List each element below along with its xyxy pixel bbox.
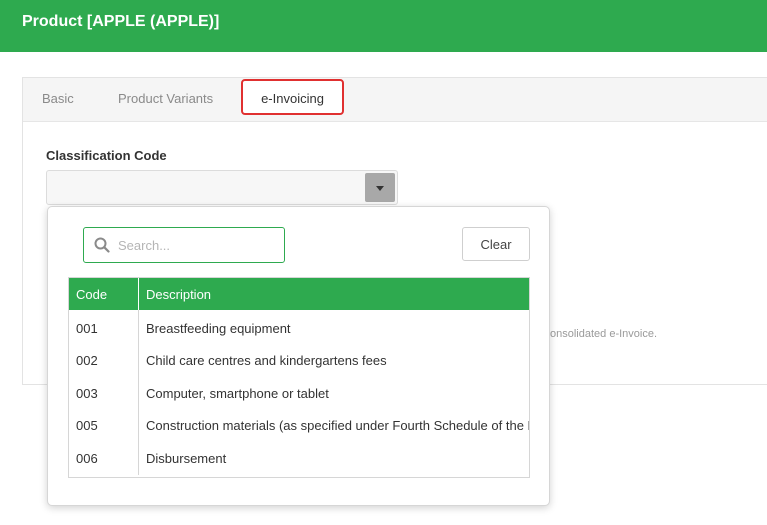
- hint-text: onsolidated e-Invoice.: [550, 328, 658, 340]
- clear-button[interactable]: Clear: [462, 227, 530, 261]
- tab-e-invoicing-label: e-Invoicing: [261, 91, 324, 106]
- page-header: Product [APPLE (APPLE)]: [0, 0, 767, 52]
- search-input[interactable]: [118, 236, 278, 254]
- table-row[interactable]: 003 Computer, smartphone or tablet: [69, 377, 529, 410]
- search-icon: [94, 237, 110, 253]
- search-box[interactable]: [83, 227, 285, 263]
- column-header-description: Description: [138, 278, 529, 310]
- row-description: Computer, smartphone or tablet: [146, 385, 329, 401]
- classification-dropdown: Clear Code Description 001 Breastfeeding…: [47, 206, 550, 506]
- table-row[interactable]: 001 Breastfeeding equipment: [69, 310, 529, 345]
- chevron-down-icon[interactable]: [365, 173, 395, 202]
- row-description: Child care centres and kindergartens fee…: [146, 353, 387, 369]
- row-description: Breastfeeding equipment: [146, 320, 291, 336]
- column-header-code: Code: [69, 278, 139, 310]
- row-description: Construction materials (as specified und…: [146, 418, 529, 434]
- tab-product-variants[interactable]: Product Variants: [118, 91, 213, 106]
- row-code: 003: [69, 377, 139, 410]
- page-title: Product [APPLE (APPLE)]: [22, 13, 220, 30]
- table-row[interactable]: 005 Construction materials (as specified…: [69, 409, 529, 442]
- table-row[interactable]: 002 Child care centres and kindergartens…: [69, 344, 529, 377]
- row-description: Disbursement: [146, 450, 227, 466]
- tab-basic[interactable]: Basic: [42, 91, 74, 106]
- classification-code-label: Classification Code: [46, 148, 167, 163]
- tab-e-invoicing[interactable]: e-Invoicing: [241, 79, 344, 115]
- classification-table: Code Description 001 Breastfeeding equip…: [68, 277, 530, 478]
- table-header-row: Code Description: [69, 278, 529, 310]
- tab-bar: Basic Product Variants e-Invoicing: [23, 78, 767, 122]
- table-row[interactable]: 006 Disbursement: [69, 442, 529, 475]
- row-code: 005: [69, 409, 139, 442]
- row-code: 001: [69, 310, 139, 345]
- classification-code-select[interactable]: [46, 170, 398, 205]
- row-code: 002: [69, 344, 139, 377]
- row-code: 006: [69, 442, 139, 475]
